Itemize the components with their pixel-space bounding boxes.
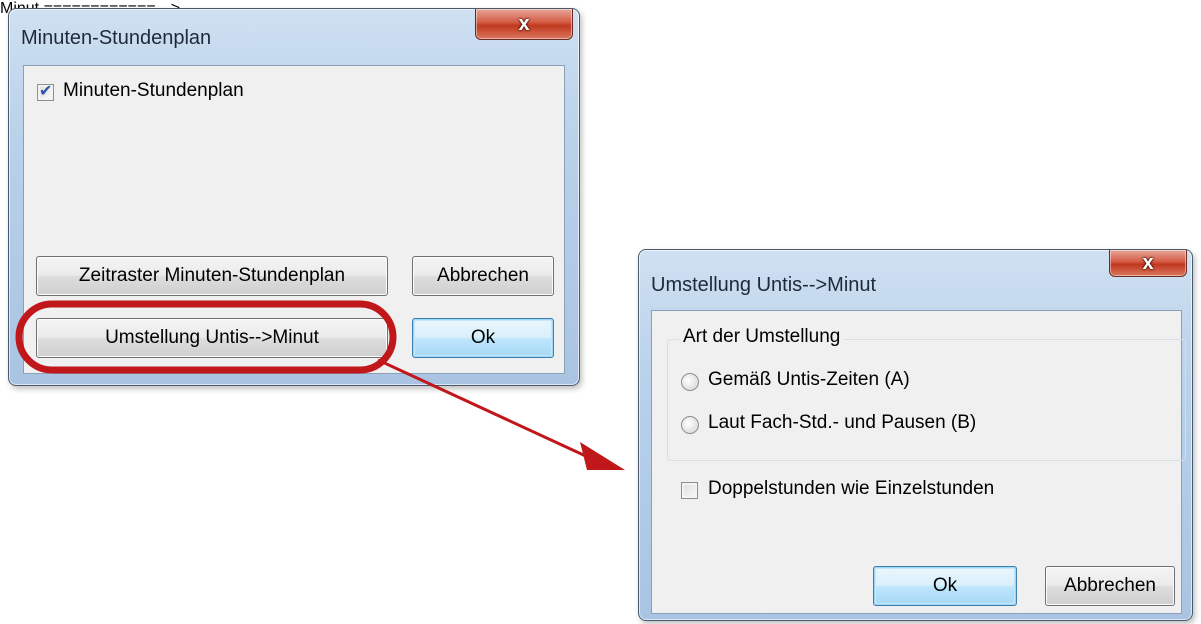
radio-laut-fach-std-pausen-label[interactable]: Laut Fach-Std.- und Pausen (B) [708, 412, 976, 434]
close-icon: x [1142, 251, 1154, 274]
minuten-stundenplan-checkbox-label[interactable]: Minuten-Stundenplan [63, 80, 244, 102]
close-button[interactable]: x [475, 9, 573, 40]
radio-gemaess-untis-zeiten[interactable] [681, 373, 699, 391]
radio-laut-fach-std-pausen[interactable] [681, 416, 699, 434]
abbrechen-button[interactable]: Abbrechen [1045, 566, 1175, 606]
arrowhead-icon [580, 442, 625, 470]
dialog-title: Umstellung Untis-->Minut [651, 274, 877, 296]
art-der-umstellung-legend: Art der Umstellung [679, 326, 845, 348]
umstellung-untis-minut-button[interactable]: Umstellung Untis-->Minut [36, 318, 388, 358]
zeitraster-minuten-stundenplan-button[interactable]: Zeitraster Minuten-Stundenplan [36, 256, 388, 296]
dialog-title: Minuten-Stundenplan [21, 27, 212, 49]
close-icon: x [518, 12, 530, 35]
ok-button[interactable]: Ok [412, 318, 554, 358]
checkmark-icon: ✔ [39, 83, 53, 100]
art-der-umstellung-groupbox [667, 339, 1186, 461]
minuten-stundenplan-checkbox[interactable]: ✔ [37, 83, 54, 101]
doppelstunden-checkbox[interactable] [681, 482, 698, 499]
radio-gemaess-untis-zeiten-label[interactable]: Gemäß Untis-Zeiten (A) [708, 369, 910, 391]
ok-button[interactable]: Ok [873, 566, 1017, 606]
doppelstunden-checkbox-label[interactable]: Doppelstunden wie Einzelstunden [708, 478, 994, 500]
abbrechen-button[interactable]: Abbrechen [412, 256, 554, 296]
close-button[interactable]: x [1109, 250, 1187, 277]
